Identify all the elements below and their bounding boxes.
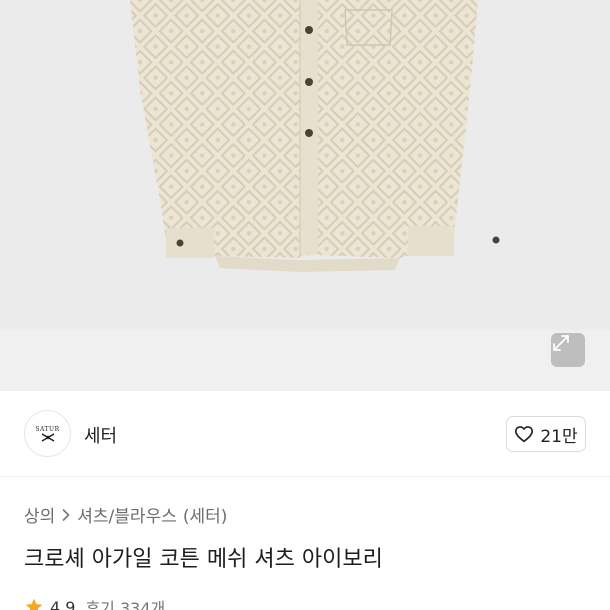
like-count: 21만 [540,426,578,447]
product-image-area[interactable] [0,0,610,391]
heart-outline-icon [515,426,534,443]
breadcrumb-category[interactable]: 상의 [24,502,55,527]
expand-diagonal-icon [553,335,569,351]
breadcrumb-brand[interactable]: (세터) [183,502,228,527]
star-icon [25,598,43,610]
review-count[interactable]: 후기 334개 [85,595,165,610]
brand-logo-mark [41,432,54,442]
breadcrumb: 상의 셔츠/블라우스 (세터) [24,502,227,527]
product-image [0,0,610,391]
brand-logo[interactable]: SATUR [24,410,71,457]
brand-logo-text: SATUR [35,425,60,433]
expand-button[interactable] [551,333,585,367]
brand-name[interactable]: 세터 [84,422,117,448]
rating-row[interactable]: 4.9 후기 334개 [24,595,165,610]
rating-score: 4.9 [50,597,76,610]
chevron-right-icon [61,508,71,522]
breadcrumb-subcategory[interactable]: 셔츠/블라우스 [77,502,177,527]
product-title: 크로셰 아가일 코튼 메쉬 셔츠 아이보리 [24,547,383,572]
like-button[interactable]: 21만 [506,416,586,452]
brand-row: SATUR 세터 21만 [0,391,610,477]
